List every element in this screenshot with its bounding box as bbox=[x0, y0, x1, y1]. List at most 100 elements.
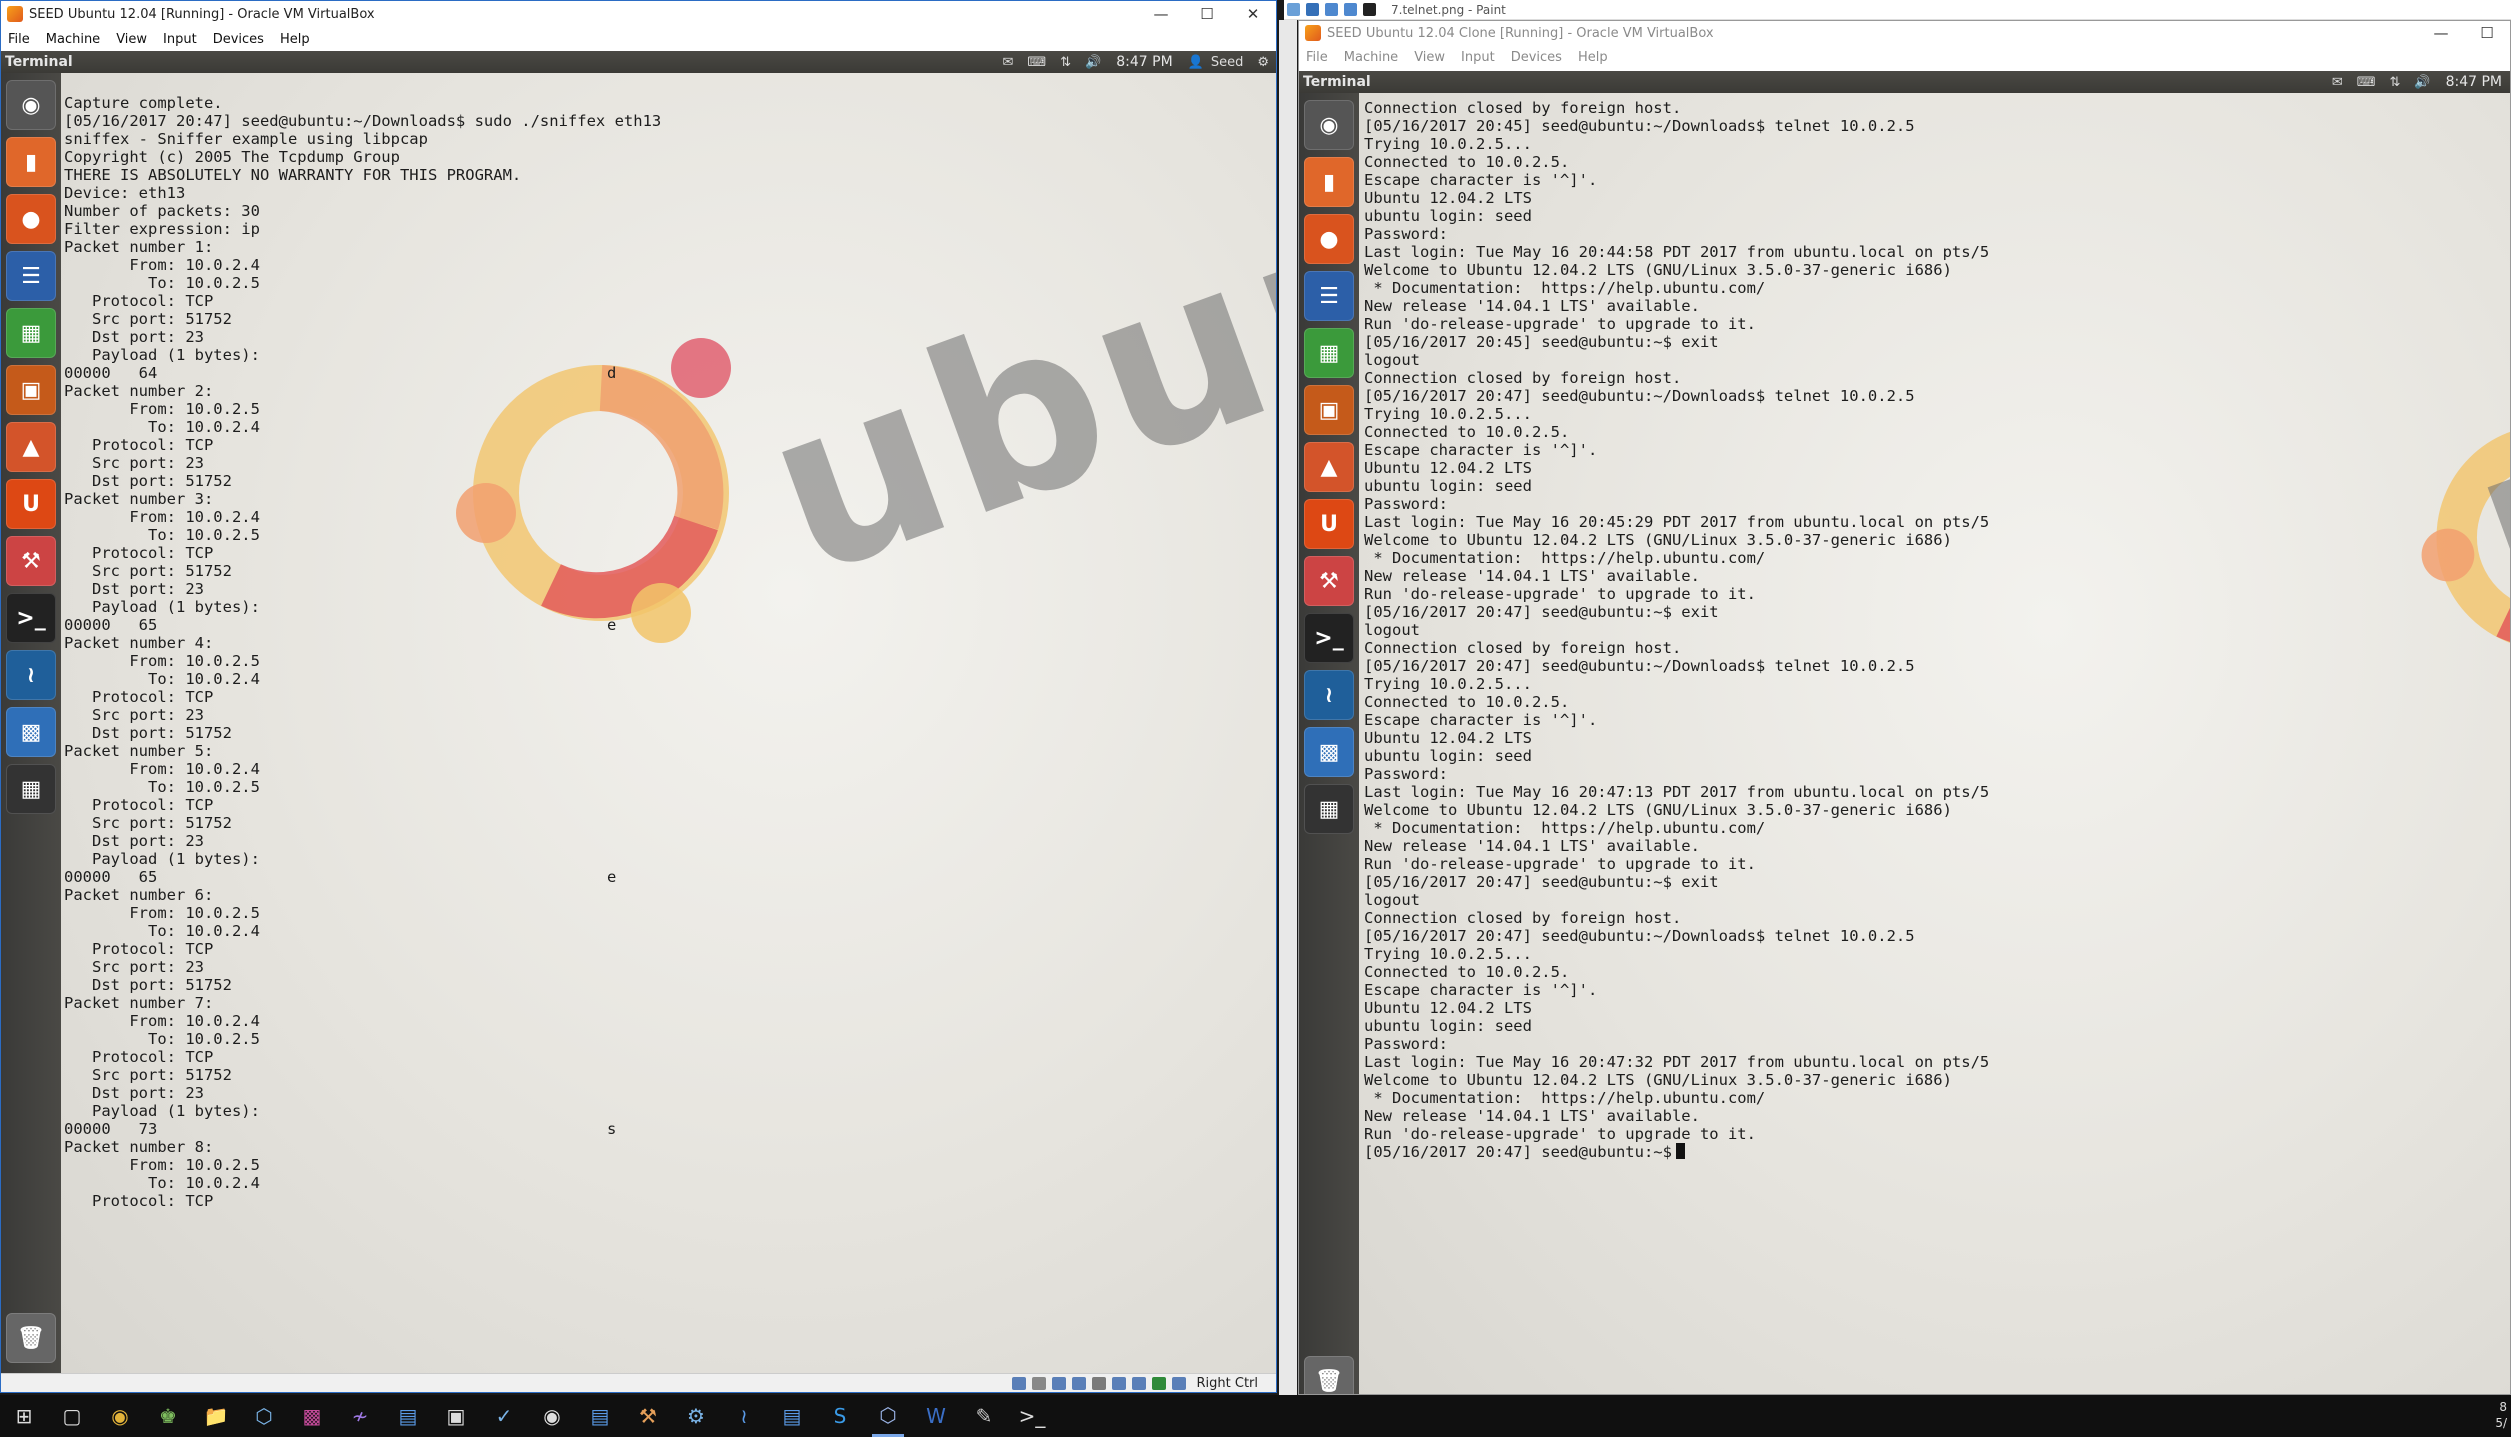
clone-panel-clock[interactable]: 8:47 PM bbox=[2446, 74, 2502, 90]
software-center-icon[interactable]: ▲ bbox=[6, 422, 56, 472]
wireshark-icon[interactable]: ≀ bbox=[6, 650, 56, 700]
mouse-integration-icon[interactable] bbox=[1171, 1377, 1186, 1390]
vm-window-seed-ubuntu[interactable]: SEED Ubuntu 12.04 [Running] - Oracle VM … bbox=[0, 0, 1277, 1393]
dash-icon[interactable]: ◉ bbox=[6, 80, 56, 130]
panel-clock[interactable]: 8:47 PM bbox=[1116, 54, 1172, 70]
steam-icon[interactable]: ✓ bbox=[488, 1395, 520, 1437]
calc-icon[interactable]: ▦ bbox=[6, 308, 56, 358]
volume-icon[interactable]: 🔊 bbox=[1085, 55, 1101, 70]
optical-icon[interactable] bbox=[1031, 1377, 1046, 1390]
close-button[interactable]: ✕ bbox=[1230, 1, 1276, 27]
color-icon[interactable] bbox=[1363, 3, 1376, 16]
paint-taskbar-icon[interactable]: ✎ bbox=[968, 1395, 1000, 1437]
display-icon[interactable] bbox=[1091, 1377, 1106, 1390]
clone-maximize-button[interactable]: ☐ bbox=[2464, 21, 2510, 46]
cmd-icon[interactable]: >_ bbox=[1016, 1395, 1048, 1437]
obs-icon[interactable]: ◉ bbox=[536, 1395, 568, 1437]
start-icon[interactable]: ⊞ bbox=[8, 1395, 40, 1437]
monitor-icon[interactable]: ▤ bbox=[584, 1395, 616, 1437]
guest-screen[interactable]: Terminal ✉ ⌨ ⇅ 🔊 8:47 PM 👤 Seed ⚙ ubun ◉… bbox=[1, 51, 1276, 1373]
clone-system-settings-icon[interactable]: ⚒ bbox=[1304, 556, 1354, 606]
menu-help[interactable]: Help bbox=[273, 32, 319, 47]
writer-icon[interactable]: ☰ bbox=[6, 251, 56, 301]
clone-ubuntu-one-icon[interactable]: U bbox=[1304, 499, 1354, 549]
minimize-button[interactable]: — bbox=[1138, 1, 1184, 27]
workspace-switcher-icon[interactable]: ▦ bbox=[6, 764, 56, 814]
clone-menu-view[interactable]: View bbox=[1407, 50, 1454, 65]
gear-icon[interactable]: ⚙ bbox=[1257, 55, 1269, 70]
video-capture-icon[interactable] bbox=[1131, 1377, 1146, 1390]
usb-icon[interactable] bbox=[1051, 1377, 1066, 1390]
clone-mail-icon[interactable]: ✉ bbox=[2332, 75, 2343, 90]
clone-terminal-icon[interactable]: >_ bbox=[1304, 613, 1354, 663]
remote-desktop-taskbar-icon[interactable]: ▤ bbox=[392, 1395, 424, 1437]
undo-icon[interactable] bbox=[1325, 3, 1338, 16]
cpu-icon[interactable] bbox=[1151, 1377, 1166, 1390]
skype-icon[interactable]: S bbox=[824, 1395, 856, 1437]
clone-workspace-switcher-icon[interactable]: ▦ bbox=[1304, 784, 1354, 834]
camera-icon[interactable]: ▣ bbox=[440, 1395, 472, 1437]
maximize-button[interactable]: ☐ bbox=[1184, 1, 1230, 27]
clone-keyboard-icon[interactable]: ⌨ bbox=[2357, 75, 2376, 90]
clone-menu-machine[interactable]: Machine bbox=[1337, 50, 1407, 65]
menu-machine[interactable]: Machine bbox=[39, 32, 109, 47]
clone-software-center-icon[interactable]: ▲ bbox=[1304, 442, 1354, 492]
shared-folder-icon[interactable] bbox=[1071, 1377, 1086, 1390]
menu-file[interactable]: File bbox=[1, 32, 39, 47]
network-icon[interactable]: ⇅ bbox=[1060, 55, 1071, 70]
file-explorer-icon[interactable]: 📁 bbox=[200, 1395, 232, 1437]
vm-window-seed-ubuntu-clone[interactable]: SEED Ubuntu 12.04 Clone [Running] - Orac… bbox=[1298, 20, 2511, 1395]
app-icon[interactable]: ♚ bbox=[152, 1395, 184, 1437]
menu-input[interactable]: Input bbox=[156, 32, 206, 47]
visual-studio-icon[interactable]: ≁ bbox=[344, 1395, 376, 1437]
display-taskbar-icon[interactable]: ▤ bbox=[776, 1395, 808, 1437]
task-view-icon[interactable]: ▢ bbox=[56, 1395, 88, 1437]
ide-icon[interactable]: ▩ bbox=[296, 1395, 328, 1437]
trash-icon[interactable]: 🗑 bbox=[6, 1313, 56, 1363]
clone-network-icon[interactable]: ⇅ bbox=[2389, 75, 2400, 90]
redo-icon[interactable] bbox=[1344, 3, 1357, 16]
save-icon[interactable] bbox=[1306, 3, 1319, 16]
clone-impress-icon[interactable]: ▣ bbox=[1304, 385, 1354, 435]
clone-menu-devices[interactable]: Devices bbox=[1504, 50, 1571, 65]
hdd-icon[interactable] bbox=[1011, 1377, 1026, 1390]
vm-titlebar[interactable]: SEED Ubuntu 12.04 [Running] - Oracle VM … bbox=[1, 1, 1276, 27]
vm-clone-titlebar[interactable]: SEED Ubuntu 12.04 Clone [Running] - Orac… bbox=[1299, 21, 2510, 45]
host-key[interactable]: Right Ctrl bbox=[1197, 1376, 1259, 1391]
word-icon[interactable]: W bbox=[920, 1395, 952, 1437]
clone-minimize-button[interactable]: — bbox=[2418, 21, 2464, 46]
clone-guest-screen[interactable]: Terminal ✉ ⌨ ⇅ 🔊 8:47 PM ubun ◉ ▮ ● ☰ ▦ … bbox=[1299, 71, 2510, 1394]
chrome-icon[interactable]: ◉ bbox=[104, 1395, 136, 1437]
terminal-icon[interactable]: >_ bbox=[6, 593, 56, 643]
clone-files-icon[interactable]: ▮ bbox=[1304, 157, 1354, 207]
clone-wireshark-icon[interactable]: ≀ bbox=[1304, 670, 1354, 720]
firefox-icon[interactable]: ● bbox=[6, 194, 56, 244]
paint-titlebar[interactable]: 7.telnet.png - Paint bbox=[1284, 0, 2511, 20]
clone-menu-input[interactable]: Input bbox=[1454, 50, 1504, 65]
clone-menu-file[interactable]: File bbox=[1299, 50, 1337, 65]
menu-devices[interactable]: Devices bbox=[206, 32, 273, 47]
clone-dash-icon[interactable]: ◉ bbox=[1304, 100, 1354, 150]
network-adapter-icon[interactable] bbox=[1111, 1377, 1126, 1390]
remote-desktop-icon[interactable]: ▩ bbox=[6, 707, 56, 757]
taskbar-clock[interactable]: 8 5/ bbox=[2495, 1399, 2507, 1431]
clone-writer-icon[interactable]: ☰ bbox=[1304, 271, 1354, 321]
clone-trash-icon[interactable]: 🗑 bbox=[1304, 1356, 1354, 1394]
files-icon[interactable]: ▮ bbox=[6, 137, 56, 187]
cube-icon[interactable]: ⬡ bbox=[248, 1395, 280, 1437]
panel-user[interactable]: Seed bbox=[1211, 55, 1244, 70]
impress-icon[interactable]: ▣ bbox=[6, 365, 56, 415]
tool-icon[interactable]: ⚒ bbox=[632, 1395, 664, 1437]
clone-calc-icon[interactable]: ▦ bbox=[1304, 328, 1354, 378]
virtualbox-taskbar-icon[interactable]: ⬡ bbox=[872, 1395, 904, 1437]
gear-taskbar-icon[interactable]: ⚙ bbox=[680, 1395, 712, 1437]
clone-firefox-icon[interactable]: ● bbox=[1304, 214, 1354, 264]
wireshark-taskbar-icon[interactable]: ≀ bbox=[728, 1395, 760, 1437]
menu-view[interactable]: View bbox=[109, 32, 156, 47]
ubuntu-one-icon[interactable]: U bbox=[6, 479, 56, 529]
system-settings-icon[interactable]: ⚒ bbox=[6, 536, 56, 586]
clone-remote-desktop-icon[interactable]: ▩ bbox=[1304, 727, 1354, 777]
keyboard-icon[interactable]: ⌨ bbox=[1027, 55, 1046, 70]
mail-icon[interactable]: ✉ bbox=[1002, 55, 1013, 70]
terminal-output[interactable]: Capture complete. [05/16/2017 20:47] seed… bbox=[64, 94, 661, 1210]
